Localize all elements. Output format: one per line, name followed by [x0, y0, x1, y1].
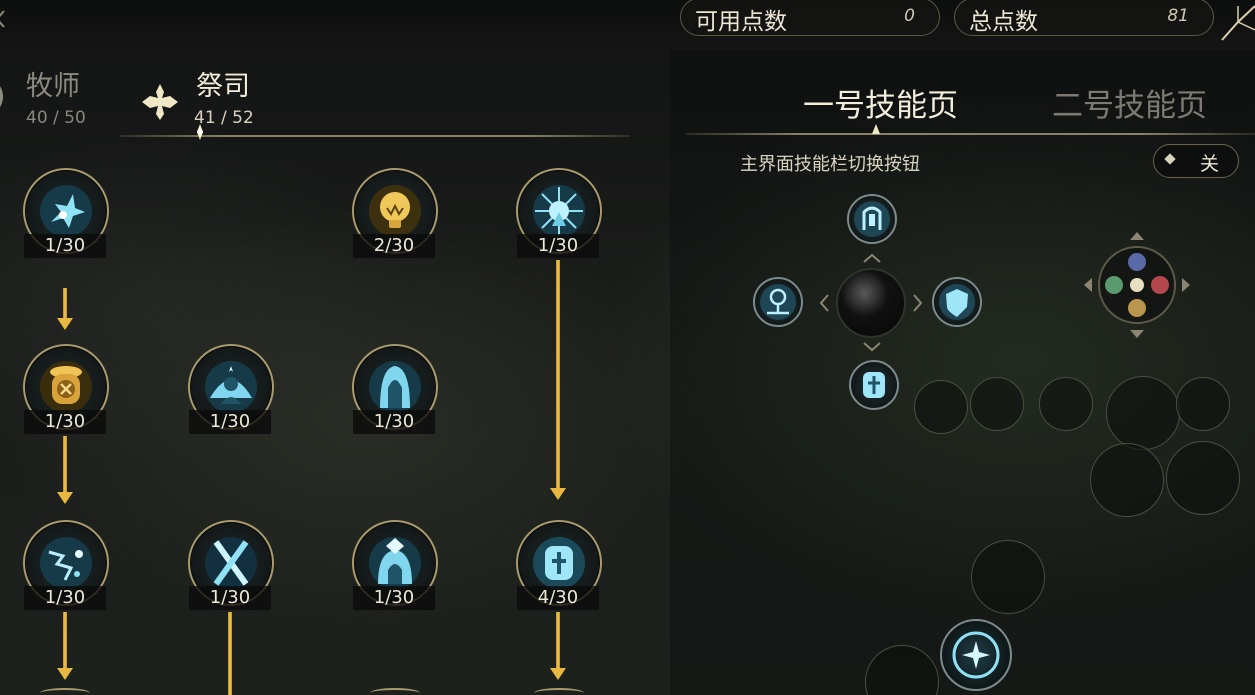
empty-skill-slot[interactable]	[1166, 441, 1240, 515]
skill-node-partial[interactable]	[534, 688, 584, 695]
tab-skill-page-2[interactable]: 二号技能页	[1052, 80, 1207, 125]
empty-skill-slot[interactable]	[970, 377, 1024, 431]
skill-node[interactable]: 1/30	[352, 520, 438, 610]
tab-oracle-label: 祭司	[196, 71, 250, 102]
tree-connector	[63, 436, 67, 492]
empty-skill-slot[interactable]	[1106, 376, 1180, 450]
skill-level: 1/30	[189, 586, 271, 610]
skill-level: 1/30	[24, 234, 106, 258]
chevron-right-icon	[912, 293, 924, 317]
skill-level: 1/30	[517, 234, 599, 258]
skill-node-partial[interactable]	[370, 688, 420, 695]
skill-node[interactable]: 1/30	[23, 520, 109, 610]
tree-arrow-icon	[550, 668, 566, 680]
hooded-figure-icon	[366, 358, 424, 416]
page-tab-divider	[686, 133, 1255, 135]
tab-priest-count: 40 / 50	[26, 108, 86, 128]
available-points-label: 可用点数	[695, 9, 787, 35]
skill-level: 1/30	[353, 586, 435, 610]
chevron-left-icon	[818, 293, 830, 317]
tab-priest-label: 牧师	[26, 71, 80, 102]
empty-skill-slot[interactable]	[1090, 443, 1164, 517]
tree-arrow-icon	[550, 488, 566, 500]
joystick-center[interactable]	[836, 268, 906, 338]
tab-oracle[interactable]: 祭司	[196, 64, 250, 103]
skill-node[interactable]: 1/30	[352, 344, 438, 434]
total-points-display: 总点数 81	[954, 0, 1214, 36]
skill-node[interactable]: 1/30	[188, 344, 274, 434]
skill-slot-down[interactable]	[849, 360, 899, 410]
skill-level: 1/30	[24, 586, 106, 610]
skill-level: 1/30	[24, 410, 106, 434]
crowned-figure-icon	[366, 534, 424, 592]
skillbar-toggle-label: 主界面技能栏切换按钮	[740, 154, 920, 175]
skill-node[interactable]: 1/30	[516, 168, 602, 258]
skill-slot-right[interactable]	[932, 277, 982, 327]
empty-skill-slot[interactable]	[971, 540, 1045, 614]
empty-skill-slot[interactable]	[1176, 377, 1230, 431]
divine-shield-figure-icon	[202, 358, 260, 416]
tree-arrow-icon	[57, 668, 73, 680]
empty-skill-slot[interactable]	[914, 380, 968, 434]
skill-node[interactable]: 2/30	[352, 168, 438, 258]
cross-class-icon	[140, 82, 180, 122]
back-chevron-icon[interactable]	[0, 8, 12, 30]
tree-connector	[556, 612, 560, 668]
skillbar-toggle[interactable]: 关	[1153, 144, 1239, 178]
toggle-indicator-icon	[1164, 153, 1176, 165]
available-points-value: 0	[904, 6, 915, 26]
skill-node-partial[interactable]	[40, 688, 90, 695]
tree-connector	[228, 612, 232, 695]
crossed-blades-icon	[202, 534, 260, 592]
total-points-value: 81	[1167, 6, 1189, 26]
tree-arrow-icon	[57, 492, 73, 504]
skill-node[interactable]: 1/30	[23, 344, 109, 434]
golden-totem-icon	[37, 358, 95, 416]
tree-connector	[556, 260, 560, 490]
skill-node[interactable]: 1/30	[188, 520, 274, 610]
active-page-marker-icon	[868, 122, 884, 142]
toggle-state: 关	[1200, 153, 1220, 175]
tree-connector	[63, 612, 67, 668]
available-points-display: 可用点数 0	[680, 0, 940, 36]
skill-slot-up[interactable]	[847, 194, 897, 244]
active-tab-marker-icon	[190, 122, 210, 142]
chevron-up-icon	[862, 249, 882, 268]
main-attack-button[interactable]	[940, 619, 1012, 691]
tab-priest[interactable]: 牧师	[26, 64, 80, 103]
priest-class-icon	[0, 78, 12, 116]
radiant-sunburst-icon	[530, 182, 588, 240]
cross-tablet-icon	[530, 534, 588, 592]
skill-node[interactable]: 4/30	[516, 520, 602, 610]
tree-arrow-icon	[57, 318, 73, 330]
golden-lightbulb-icon	[366, 182, 424, 240]
skill-slot-left[interactable]	[753, 277, 803, 327]
skill-level: 4/30	[517, 586, 599, 610]
tab-skill-page-1[interactable]: 一号技能页	[803, 80, 958, 125]
shatter-burst-icon	[37, 182, 95, 240]
skill-level: 1/30	[189, 410, 271, 434]
empty-skill-slot[interactable]	[1039, 377, 1093, 431]
skill-level: 1/30	[353, 410, 435, 434]
tree-connector	[63, 288, 67, 318]
total-points-label: 总点数	[969, 9, 1038, 35]
close-star-icon[interactable]	[1218, 0, 1255, 46]
skill-level: 2/30	[353, 234, 435, 258]
lightning-sparks-icon	[37, 534, 95, 592]
skill-node[interactable]: 1/30	[23, 168, 109, 258]
chevron-down-icon	[862, 338, 882, 357]
action-button-cluster-icon[interactable]	[1082, 230, 1192, 340]
